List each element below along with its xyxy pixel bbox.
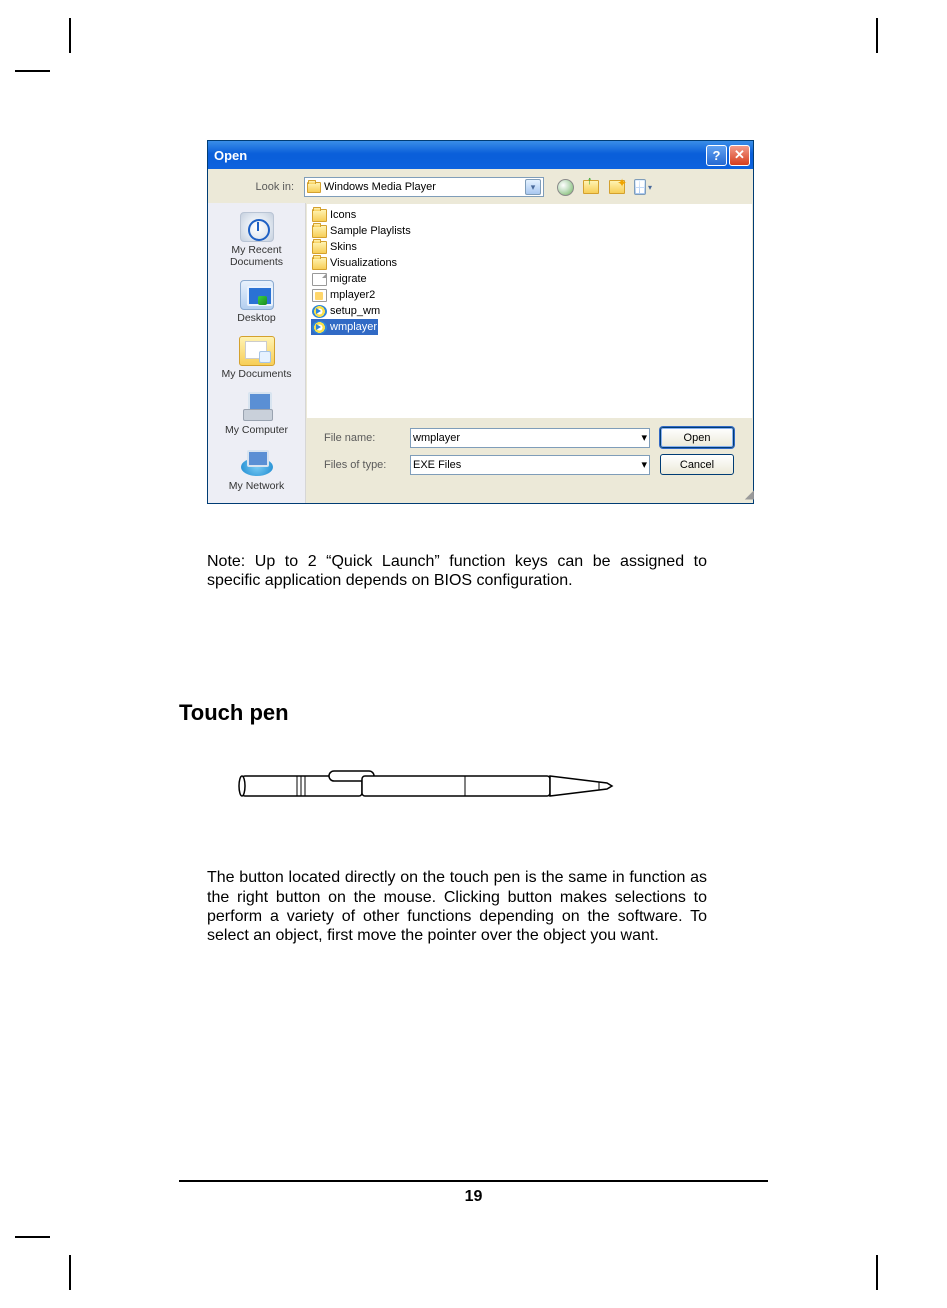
open-dialog: Open ? ✕ Look in: Windows Media Player ▾… [207, 140, 754, 504]
page: Open ? ✕ Look in: Windows Media Player ▾… [69, 70, 878, 1238]
file-item[interactable]: mplayer2 [311, 287, 376, 303]
back-icon [557, 179, 574, 196]
file-name: migrate [330, 273, 367, 285]
wmp-icon [312, 321, 327, 334]
dialog-body: My Recent Documents Desktop My Documents… [208, 203, 753, 503]
folder-icon [307, 182, 321, 193]
file-name-value: wmplayer [413, 432, 460, 444]
resize-grip[interactable]: ◢ [306, 491, 753, 503]
chevron-down-icon[interactable]: ▾ [525, 179, 541, 195]
page-number: 19 [465, 1188, 483, 1205]
place-label: My Recent Documents [230, 244, 283, 268]
file-type-combo[interactable]: EXE Files ▾ [410, 455, 650, 475]
folder-icon [312, 257, 327, 270]
file-item[interactable]: Sample Playlists [311, 223, 412, 239]
look-in-value: Windows Media Player [324, 181, 436, 193]
file-name: mplayer2 [330, 289, 375, 301]
my-network-icon [239, 448, 275, 478]
new-folder-icon: ✦ [609, 180, 625, 194]
place-label: My Computer [225, 424, 288, 436]
page-footer: 19 [179, 1180, 768, 1206]
places-bar: My Recent Documents Desktop My Documents… [208, 203, 306, 503]
dialog-titlebar[interactable]: Open ? ✕ [208, 141, 753, 169]
place-desktop[interactable]: Desktop [211, 275, 303, 331]
crop-mark [15, 1236, 50, 1238]
look-in-label: Look in: [214, 181, 304, 193]
place-mydocs[interactable]: My Documents [211, 331, 303, 387]
file-item[interactable]: wmplayer [311, 319, 378, 335]
footer-rule [179, 1180, 768, 1182]
place-mycomputer[interactable]: My Computer [211, 387, 303, 443]
file-name: wmplayer [330, 321, 377, 333]
recent-documents-icon [240, 212, 274, 242]
cancel-button[interactable]: Cancel [660, 454, 734, 475]
folder-icon [312, 241, 327, 254]
place-recent[interactable]: My Recent Documents [211, 207, 303, 275]
chevron-down-icon: ▾ [648, 183, 652, 192]
back-button[interactable] [556, 178, 574, 196]
file-name: Skins [330, 241, 357, 253]
crop-mark [876, 18, 878, 53]
file-item[interactable]: Icons [311, 207, 357, 223]
toolbar-icons: ↑ ✦ ▾ [556, 178, 652, 196]
wmp-icon [312, 305, 327, 318]
crop-mark [69, 1255, 71, 1290]
file-name-combo[interactable]: wmplayer ▾ [410, 428, 650, 448]
touch-pen-figure [237, 756, 617, 816]
open-button[interactable]: Open [660, 427, 734, 448]
file-name: Sample Playlists [330, 225, 411, 237]
views-icon [634, 179, 646, 195]
note-paragraph: Note: Up to 2 “Quick Launch” function ke… [207, 552, 707, 590]
folder-icon [312, 225, 327, 238]
place-mynetwork[interactable]: My Network [211, 443, 303, 499]
file-name: setup_wm [330, 305, 380, 317]
touch-pen-heading: Touch pen [179, 700, 768, 726]
chevron-down-icon[interactable]: ▾ [641, 431, 647, 444]
desktop-icon [240, 280, 274, 310]
my-documents-icon [239, 336, 275, 366]
file-name: Visualizations [330, 257, 397, 269]
place-label: Desktop [237, 312, 276, 324]
look-in-dropdown[interactable]: Windows Media Player ▾ [304, 177, 544, 197]
crop-mark [15, 70, 50, 72]
bottom-fields: File name: wmplayer ▾ Open Files of type… [306, 419, 753, 491]
place-label: My Documents [221, 368, 291, 380]
place-label: My Network [229, 480, 284, 492]
crop-mark [876, 1255, 878, 1290]
file-type-label: Files of type: [312, 459, 410, 471]
generic-icon [312, 273, 327, 286]
my-computer-icon [239, 392, 275, 422]
up-one-level-button[interactable]: ↑ [582, 178, 600, 196]
file-item[interactable]: migrate [311, 271, 368, 287]
touch-pen-paragraph: The button located directly on the touch… [207, 868, 707, 945]
help-button[interactable]: ? [706, 145, 727, 166]
ini-icon [312, 289, 327, 302]
file-item[interactable]: setup_wm [311, 303, 381, 319]
file-item[interactable]: Skins [311, 239, 358, 255]
new-folder-button[interactable]: ✦ [608, 178, 626, 196]
file-type-value: EXE Files [413, 459, 461, 471]
cancel-button-label: Cancel [680, 459, 714, 471]
file-name: Icons [330, 209, 356, 221]
views-button[interactable]: ▾ [634, 178, 652, 196]
file-name-label: File name: [312, 432, 410, 444]
chevron-down-icon[interactable]: ▾ [641, 458, 647, 471]
close-button[interactable]: ✕ [729, 145, 750, 166]
up-folder-icon: ↑ [583, 180, 599, 194]
crop-mark [69, 18, 71, 53]
dialog-title: Open [214, 148, 247, 163]
folder-icon [312, 209, 327, 222]
open-button-label: Open [684, 432, 711, 444]
lookin-toolbar: Look in: Windows Media Player ▾ ↑ ✦ ▾ [208, 169, 753, 203]
file-item[interactable]: Visualizations [311, 255, 398, 271]
file-list[interactable]: Icons Sample Playlists Skins Visualizations… [306, 203, 753, 419]
